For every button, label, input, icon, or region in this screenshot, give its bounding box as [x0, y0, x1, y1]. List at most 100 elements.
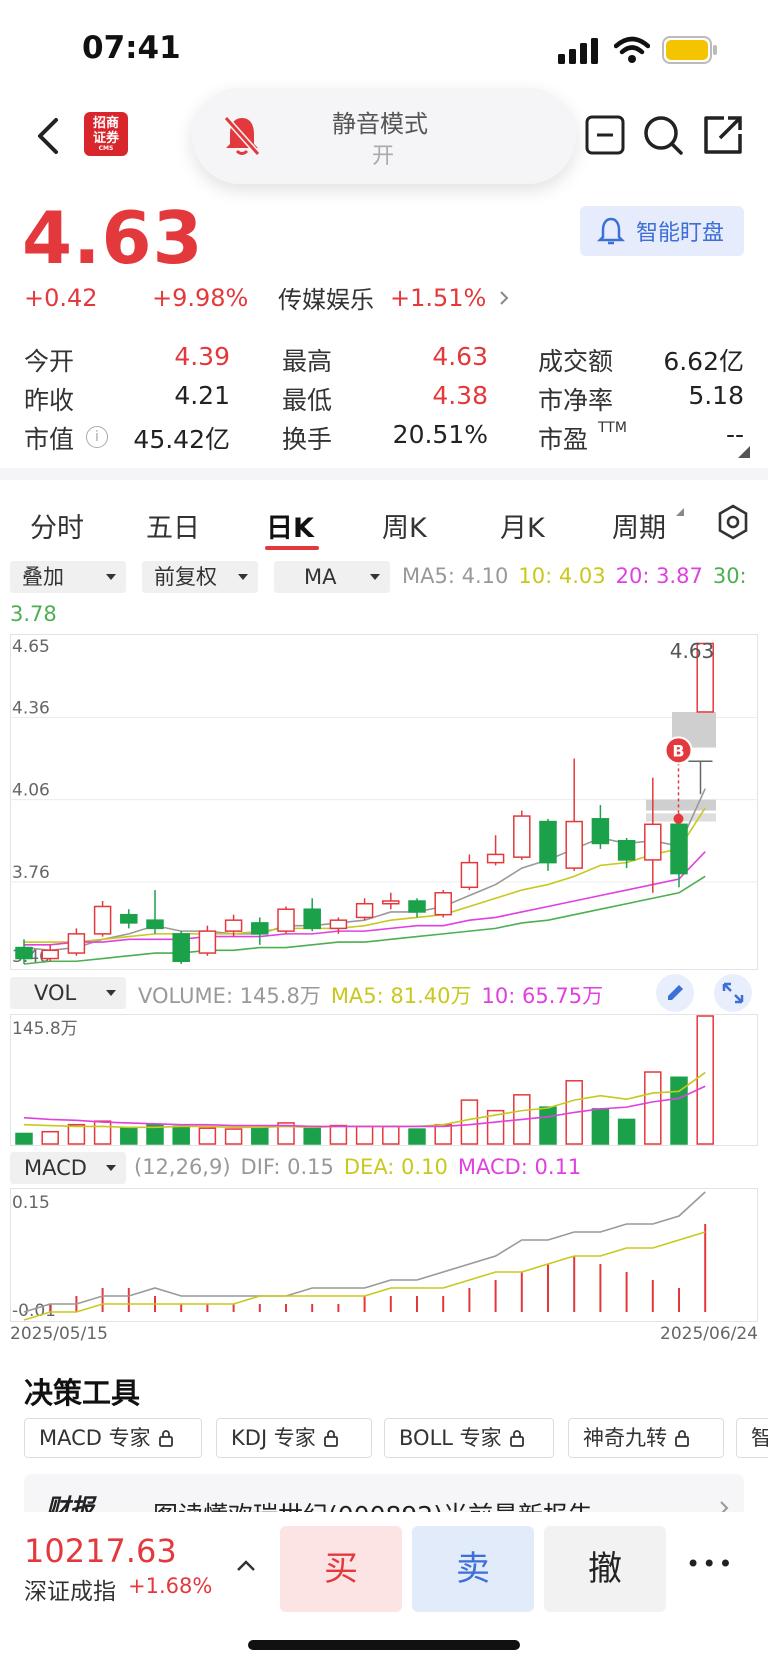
active-tab-indicator	[265, 546, 319, 550]
info-icon[interactable]: i	[86, 426, 108, 448]
tool-chip[interactable]: BOLL 专家	[384, 1418, 554, 1458]
signal-icon	[558, 38, 598, 64]
tool-chip[interactable]: 神奇九转	[568, 1418, 724, 1458]
current-price: 4.63	[22, 196, 204, 280]
candle	[303, 908, 321, 930]
tool-chip[interactable]: 智	[736, 1418, 768, 1458]
tab-0[interactable]: 分时	[30, 506, 84, 545]
chevron-right-icon[interactable]	[494, 288, 514, 308]
price-change: +0.42	[24, 283, 98, 312]
vol-ma10-value: 10: 65.75万	[481, 984, 604, 1008]
smart-watch-label: 智能盯盘	[636, 221, 725, 246]
macd-dropdown[interactable]: MACD	[10, 1152, 126, 1184]
wifi-icon	[614, 36, 650, 63]
tool-label: BOLL 专家	[399, 1426, 502, 1450]
stat-value: 20.51%	[392, 420, 488, 449]
lock-icon	[158, 1430, 173, 1447]
tool-chip[interactable]: KDJ 专家	[216, 1418, 372, 1458]
index-change: +1.68%	[128, 1574, 213, 1598]
x-tick-end: 2025/06/24	[660, 1324, 758, 1344]
marker-dot	[673, 813, 684, 824]
stat-value: 5.18	[688, 381, 744, 410]
change-row: +0.42 +9.98% 传媒娱乐 +1.51%	[24, 280, 514, 315]
y-tick-label: 4.65	[12, 637, 50, 657]
dropdown-arrow-icon	[238, 574, 248, 580]
buy-button[interactable]: 买	[280, 1526, 402, 1612]
candle	[224, 919, 243, 932]
candle	[120, 913, 138, 924]
tool-label: 神奇九转	[583, 1426, 667, 1450]
y-tick-label: 0.15	[12, 1193, 50, 1213]
volume-bar	[15, 1132, 33, 1145]
volume-bar	[617, 1118, 636, 1145]
volume-value: VOLUME: 145.8万	[138, 984, 321, 1008]
candle	[251, 922, 269, 935]
sector-change-pct[interactable]: +1.51%	[390, 284, 486, 312]
pe-ttm-sup: TTM	[598, 420, 627, 436]
status-time: 07:41	[82, 30, 181, 66]
chevron-up-icon[interactable]	[234, 1556, 258, 1576]
share-icon[interactable]	[702, 114, 744, 156]
volume-bar	[303, 1125, 321, 1145]
volume-bar	[382, 1125, 400, 1145]
ma-legend: MA5: 4.10 10: 4.03 20: 3.87 30:	[402, 564, 747, 588]
back-icon[interactable]	[30, 112, 66, 160]
sell-button[interactable]: 卖	[412, 1526, 534, 1612]
chart-frame	[10, 1188, 758, 1322]
ma30-label: 30:	[712, 564, 747, 588]
candle	[277, 908, 295, 932]
stat-label: 成交额	[538, 347, 614, 376]
adjust-dropdown[interactable]: 前复权	[142, 561, 258, 593]
vol-dropdown[interactable]: VOL	[10, 977, 126, 1009]
candle	[486, 853, 505, 864]
indicator-dropdown[interactable]: MA	[274, 561, 390, 593]
sector-name[interactable]: 传媒娱乐	[278, 280, 374, 315]
tool-chip[interactable]: MACD 专家	[24, 1418, 202, 1458]
candle	[591, 818, 610, 845]
volume-bar	[644, 1071, 662, 1145]
tab-5[interactable]: 周期	[612, 506, 666, 545]
ma30-value: 3.78	[10, 602, 57, 626]
dropdown-arrow-icon	[106, 574, 116, 580]
lock-icon	[509, 1430, 524, 1447]
candle	[670, 823, 688, 875]
volume-bar	[198, 1127, 217, 1145]
corner-expand-icon[interactable]	[738, 446, 750, 458]
index-name[interactable]: 深证成指	[24, 1572, 116, 1606]
volume-bar	[355, 1125, 374, 1145]
volume-bar	[224, 1128, 243, 1145]
tab-4[interactable]: 月K	[500, 506, 545, 545]
stat-value: --	[725, 420, 744, 449]
volume-chart[interactable]: 145.8万	[10, 1014, 758, 1146]
volume-bar	[434, 1123, 452, 1145]
kline-chart[interactable]: 4.654.364.063.763.464.63B	[10, 634, 758, 970]
volume-bar	[460, 1099, 479, 1145]
dropdown-arrow-icon	[370, 574, 380, 580]
overlay-dropdown[interactable]: 叠加	[10, 561, 126, 593]
stat-label: 市值	[24, 425, 75, 454]
stat-value: 4.63	[432, 342, 488, 371]
macd-chart[interactable]: 0.15-0.01	[10, 1188, 758, 1322]
tab-1[interactable]: 五日	[146, 506, 200, 545]
fullscreen-button[interactable]	[714, 974, 752, 1012]
logo-text: 招商证券	[92, 116, 119, 146]
more-button[interactable]: •••	[686, 1550, 734, 1578]
buy-marker-label: B	[672, 741, 684, 760]
search-icon[interactable]	[642, 114, 684, 156]
minimize-icon[interactable]	[584, 114, 626, 156]
lock-icon	[323, 1430, 338, 1447]
ma10-value: 10: 4.03	[518, 564, 606, 588]
index-value[interactable]: 10217.63	[24, 1532, 177, 1570]
edit-button[interactable]	[656, 974, 694, 1012]
candle	[617, 839, 636, 861]
cancel-order-button[interactable]: 撤	[544, 1526, 666, 1612]
tab-3[interactable]: 周K	[382, 506, 427, 545]
tab-2[interactable]: 日K	[266, 506, 314, 545]
tool-label: KDJ 专家	[231, 1426, 316, 1450]
smart-watch-button[interactable]: 智能盯盘	[580, 206, 744, 256]
pencil-icon	[668, 985, 683, 1000]
support-band	[646, 799, 716, 811]
candle	[382, 900, 400, 905]
settings-icon[interactable]	[716, 504, 750, 540]
volume-bar	[591, 1108, 610, 1145]
